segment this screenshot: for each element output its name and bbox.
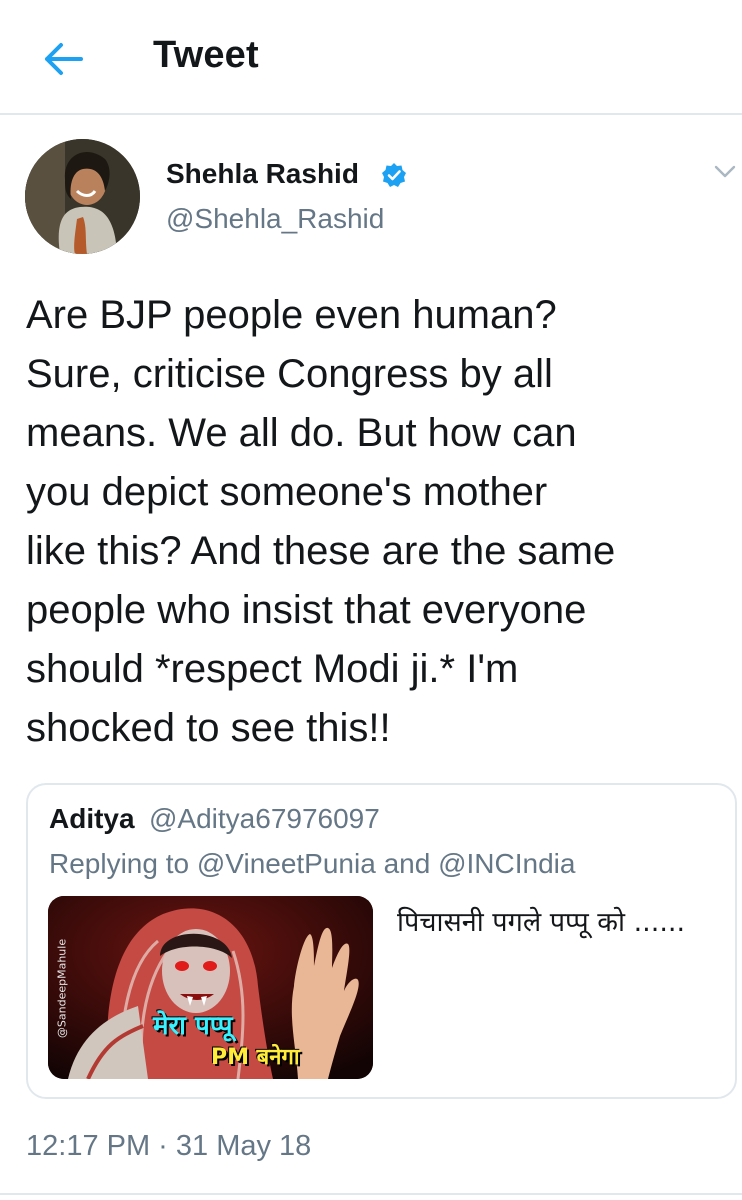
divider <box>0 1193 742 1195</box>
quoted-tweet-card[interactable]: Aditya @Aditya67976097 Replying to @Vine… <box>26 783 737 1099</box>
back-arrow-icon <box>45 43 83 75</box>
replying-to-line: Replying to @VineetPunia and @INCIndia <box>49 848 575 880</box>
avatar[interactable] <box>25 139 140 254</box>
image-caption-line1: मेरा पप्पू <box>153 1011 233 1041</box>
quoted-author-name: Aditya <box>49 803 135 834</box>
author-name[interactable]: Shehla Rashid <box>166 158 359 190</box>
back-button[interactable] <box>38 36 88 82</box>
page-title: Tweet <box>153 34 259 76</box>
verified-badge-icon <box>382 163 406 187</box>
image-caption-line2: PM बनेगा <box>211 1045 300 1070</box>
author-handle[interactable]: @Shehla_Rashid <box>166 203 384 235</box>
more-options-button[interactable] <box>713 160 737 184</box>
tweet-text: Are BJP people even human? Sure, critici… <box>26 293 616 750</box>
avatar-photo <box>25 139 140 254</box>
chevron-down-icon <box>714 165 736 178</box>
top-bar: Tweet <box>0 0 742 115</box>
replying-to-label: Replying to <box>49 848 197 879</box>
tweet-timestamp[interactable]: 12:17 PM · 31 May 18 <box>26 1130 311 1163</box>
reply-mention-vineetpunia[interactable]: @VineetPunia <box>197 848 376 879</box>
quoted-tweet-text: पिचासनी पगले पप्पू को ...... <box>397 907 686 938</box>
replying-and-label: and <box>375 848 439 879</box>
image-watermark: @SandeepMahule <box>55 938 69 1039</box>
reply-mention-incindia[interactable]: @INCIndia <box>438 848 575 879</box>
quoted-author-handle: @Aditya67976097 <box>149 803 380 834</box>
quoted-tweet-image[interactable]: @SandeepMahule मेरा पप्पू PM बनेगा <box>48 896 373 1079</box>
